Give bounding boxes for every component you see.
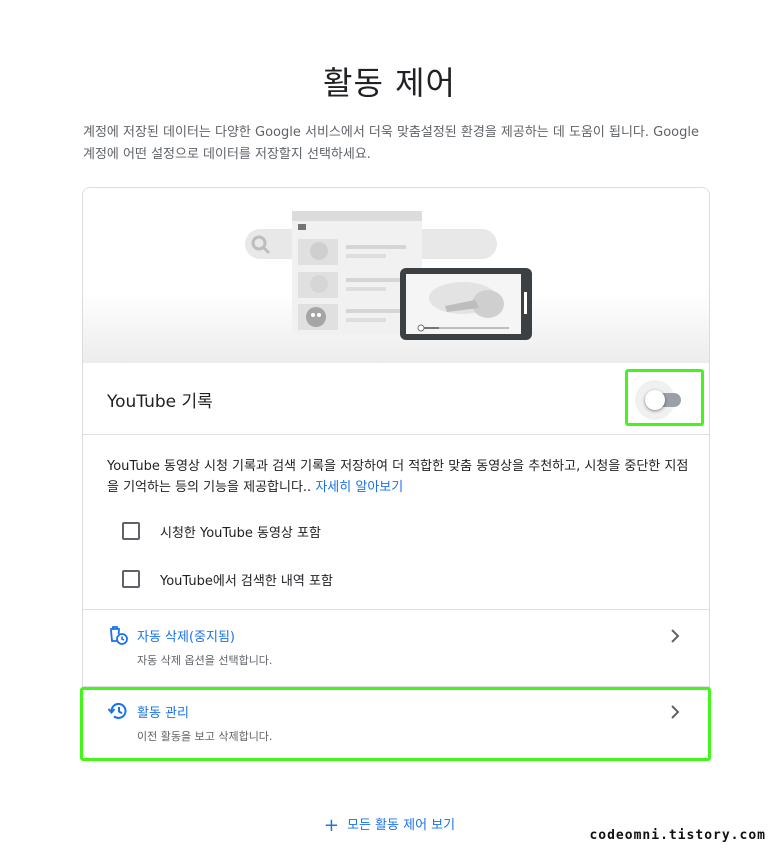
learn-more-link[interactable]: 자세히 알아보기 (315, 480, 403, 495)
chevron-right-icon[interactable] (665, 702, 685, 722)
auto-delete-title[interactable]: 자동 삭제(중지됨) (137, 626, 235, 645)
watermark: codeomni.tistory.com (589, 828, 766, 843)
youtube-history-card: YouTube 기록 YouTube 동영상 시청 기록과 검색 기록을 저장하… (82, 187, 710, 759)
include-watched-videos-checkbox[interactable] (122, 522, 140, 540)
see-all-activity-controls-label[interactable]: 모든 활동 제어 보기 (347, 818, 455, 833)
auto-delete-icon (110, 626, 128, 645)
setting-label: YouTube 기록 (107, 392, 213, 412)
plus-icon: + (323, 815, 339, 836)
setting-description: YouTube 동영상 시청 기록과 검색 기록을 저장하여 더 적합한 맞춤 … (107, 456, 689, 498)
youtube-history-setting: YouTube 기록 (83, 363, 709, 435)
illustration-graphic (245, 211, 532, 340)
history-icon (107, 702, 127, 719)
youtube-history-illustration (83, 188, 709, 363)
intro-text: 계정에 저장된 데이터는 다양한 Google 서비스에서 더욱 맞춤설정된 환… (83, 125, 699, 162)
manage-activity-subtitle: 이전 활동을 보고 삭제합니다. (137, 730, 273, 743)
auto-delete-row[interactable]: 자동 삭제(중지됨) 자동 삭제 옵션을 선택합니다. (83, 610, 709, 686)
youtube-history-toggle[interactable] (635, 380, 681, 420)
include-search-history-checkbox[interactable] (122, 570, 140, 588)
manage-activity-title[interactable]: 활동 관리 (137, 702, 189, 721)
auto-delete-subtitle: 자동 삭제 옵션을 선택합니다. (137, 654, 273, 667)
chevron-right-icon[interactable] (665, 626, 685, 646)
include-search-history-label: YouTube에서 검색한 내역 포함 (160, 573, 333, 589)
page-title: 활동 제어 (323, 64, 456, 102)
include-search-history-option[interactable]: YouTube에서 검색한 내역 포함 (122, 568, 333, 590)
include-watched-videos-option[interactable]: 시청한 YouTube 동영상 포함 (122, 520, 321, 542)
include-watched-videos-label: 시청한 YouTube 동영상 포함 (160, 525, 321, 541)
manage-activity-row[interactable]: 활동 관리 이전 활동을 보고 삭제합니다. (83, 686, 709, 758)
toggle-thumb[interactable] (645, 390, 665, 410)
